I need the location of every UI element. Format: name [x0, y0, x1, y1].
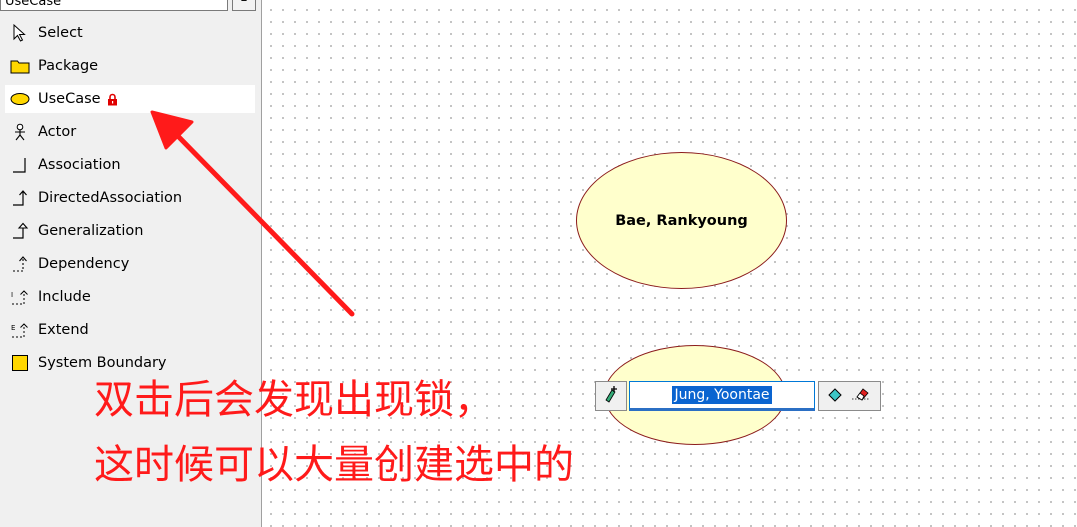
palette-item-extend[interactable]: E Extend — [5, 316, 255, 344]
palette-item-package[interactable]: Package — [5, 52, 255, 80]
palette-item-association[interactable]: Association — [5, 151, 255, 179]
svg-text:I: I — [11, 291, 13, 299]
annotation-text-line2: 这时候可以大量创建选中的 — [94, 442, 574, 488]
usecase-label: Bae, Rankyoung — [615, 212, 748, 229]
palette-item-label: Select — [38, 25, 83, 41]
editor-actions — [818, 381, 881, 411]
palette-item-label: Actor — [38, 124, 77, 140]
palette-item-dependency[interactable]: Dependency — [5, 250, 255, 278]
extend-icon: E — [9, 319, 31, 341]
generalization-icon — [9, 220, 31, 242]
usecase-ellipse-icon — [9, 88, 31, 110]
actor-icon — [9, 121, 31, 143]
palette-item-select[interactable]: Select — [5, 19, 255, 47]
palette-item-actor[interactable]: Actor — [5, 118, 255, 146]
association-icon — [9, 154, 31, 176]
annotation-text-line1: 双击后会发现出现锁， — [94, 377, 494, 423]
dependency-icon — [9, 253, 31, 275]
editor-selected-text: Jung, Yoontae — [672, 386, 772, 404]
palette-item-label: Include — [38, 289, 91, 305]
palette-item-label: Generalization — [38, 223, 144, 239]
palette-item-system-boundary[interactable]: System Boundary — [5, 349, 255, 377]
palette-item-label: Package — [38, 58, 99, 74]
palette-item-generalization[interactable]: Generalization — [5, 217, 255, 245]
directed-association-icon — [9, 187, 31, 209]
palette-item-label: Extend — [38, 322, 89, 338]
palette-item-label: UseCase — [38, 91, 101, 107]
palette-title-field[interactable]: UseCase — [0, 0, 228, 11]
editor-add-button[interactable] — [595, 381, 627, 411]
palette-item-directed-association[interactable]: DirectedAssociation — [5, 184, 255, 212]
palette-item-label: Dependency — [38, 256, 130, 272]
palette-item-include[interactable]: I Include — [5, 283, 255, 311]
eraser-icon[interactable] — [851, 386, 871, 406]
include-icon: I — [9, 286, 31, 308]
palette-item-label: Association — [38, 157, 121, 173]
palette-collapse-button[interactable]: – — [232, 0, 256, 11]
usecase-node[interactable]: Bae, Rankyoung — [576, 152, 787, 289]
svg-text:E: E — [11, 324, 15, 332]
package-folder-icon — [9, 55, 31, 77]
palette-item-label: DirectedAssociation — [38, 190, 183, 206]
inline-name-editor[interactable]: Jung, Yoontae — [629, 381, 815, 411]
lock-icon — [107, 93, 118, 106]
diamond-icon[interactable] — [828, 387, 842, 406]
palette-item-label: System Boundary — [38, 355, 167, 371]
system-boundary-icon — [9, 352, 31, 374]
palette-item-usecase[interactable]: UseCase — [5, 85, 255, 113]
select-cursor-icon — [9, 22, 31, 44]
pen-add-icon — [603, 385, 619, 407]
